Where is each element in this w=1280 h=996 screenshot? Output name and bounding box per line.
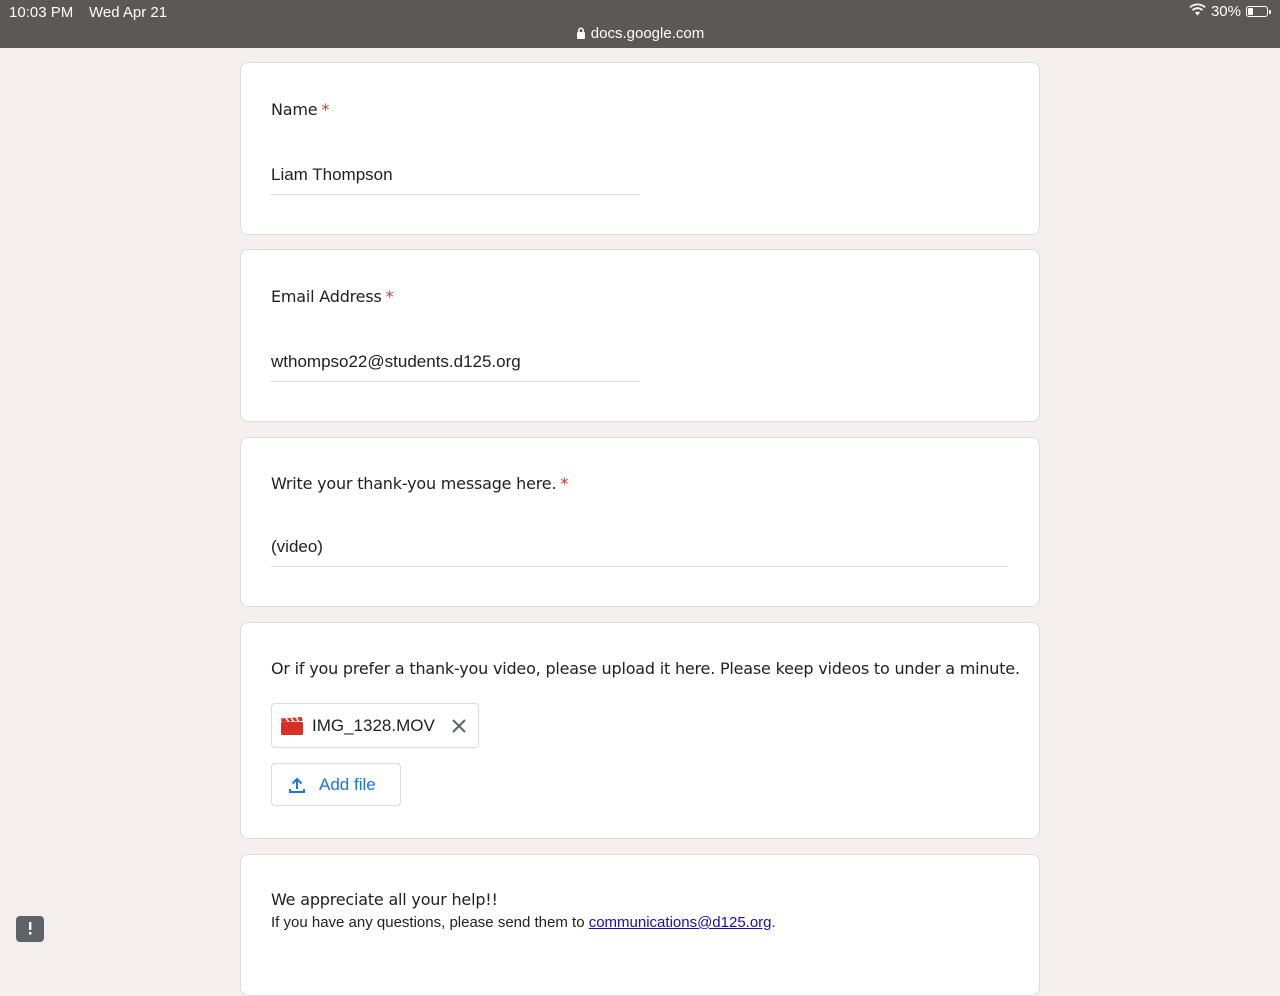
question-card-name: Name * Liam Thompson — [240, 62, 1040, 235]
lock-icon — [576, 25, 591, 42]
status-date: Wed Apr 21 — [89, 4, 168, 21]
status-bar: 10:03 PM Wed Apr 21 30% docs.google.com — [0, 0, 1280, 48]
question-title-text: Name — [271, 100, 318, 119]
battery-level — [1248, 8, 1253, 15]
add-file-label: Add file — [319, 774, 376, 794]
feedback-icon — [21, 922, 32, 942]
footer-help-text: If you have any questions, please send t… — [271, 914, 776, 931]
question-card-email: Email Address * wthompso22@students.d125.… — [240, 249, 1040, 422]
help-prefix: If you have any questions, please send t… — [271, 914, 589, 931]
question-card-message: Write your thank-you message here. * (vid… — [240, 437, 1040, 607]
status-right: 30% — [1189, 3, 1271, 20]
video-file-icon — [281, 716, 303, 735]
uploaded-file-chip[interactable]: IMG_1328.MOV — [271, 703, 479, 748]
battery-percent: 30% — [1210, 3, 1241, 20]
upload-icon — [289, 777, 305, 793]
question-title: Write your thank-you message here. * — [271, 474, 568, 493]
wifi-icon — [1189, 3, 1206, 20]
help-suffix: . — [771, 914, 776, 931]
required-asterisk: * — [385, 287, 394, 306]
message-field[interactable]: (video) — [271, 537, 1008, 567]
address-bar[interactable]: docs.google.com — [0, 25, 1280, 42]
footer-title: We appreciate all your help!! — [271, 890, 498, 909]
email-field[interactable]: wthompso22@students.d125.org — [271, 352, 640, 382]
url-text: docs.google.com — [590, 25, 705, 42]
file-name: IMG_1328.MOV — [312, 715, 435, 735]
question-card-upload: Or if you prefer a thank-you video, plea… — [240, 622, 1040, 839]
question-title: Name * — [271, 100, 329, 119]
battery-icon — [1246, 6, 1271, 17]
question-title-text: Write your thank-you message here. — [271, 474, 557, 493]
required-asterisk: * — [560, 474, 569, 493]
question-title: Email Address * — [271, 287, 394, 306]
feedback-button[interactable] — [16, 916, 44, 942]
question-title-text: Email Address — [271, 287, 382, 306]
form-footer-card: We appreciate all your help!! If you hav… — [240, 854, 1040, 996]
name-field[interactable]: Liam Thompson — [271, 165, 640, 195]
close-icon[interactable] — [450, 717, 468, 735]
add-file-button[interactable]: Add file — [271, 763, 401, 806]
contact-email-link[interactable]: communications@d125.org — [589, 914, 772, 931]
required-asterisk: * — [321, 100, 330, 119]
question-title: Or if you prefer a thank-you video, plea… — [271, 659, 1020, 678]
status-time: 10:03 PM — [9, 4, 74, 21]
